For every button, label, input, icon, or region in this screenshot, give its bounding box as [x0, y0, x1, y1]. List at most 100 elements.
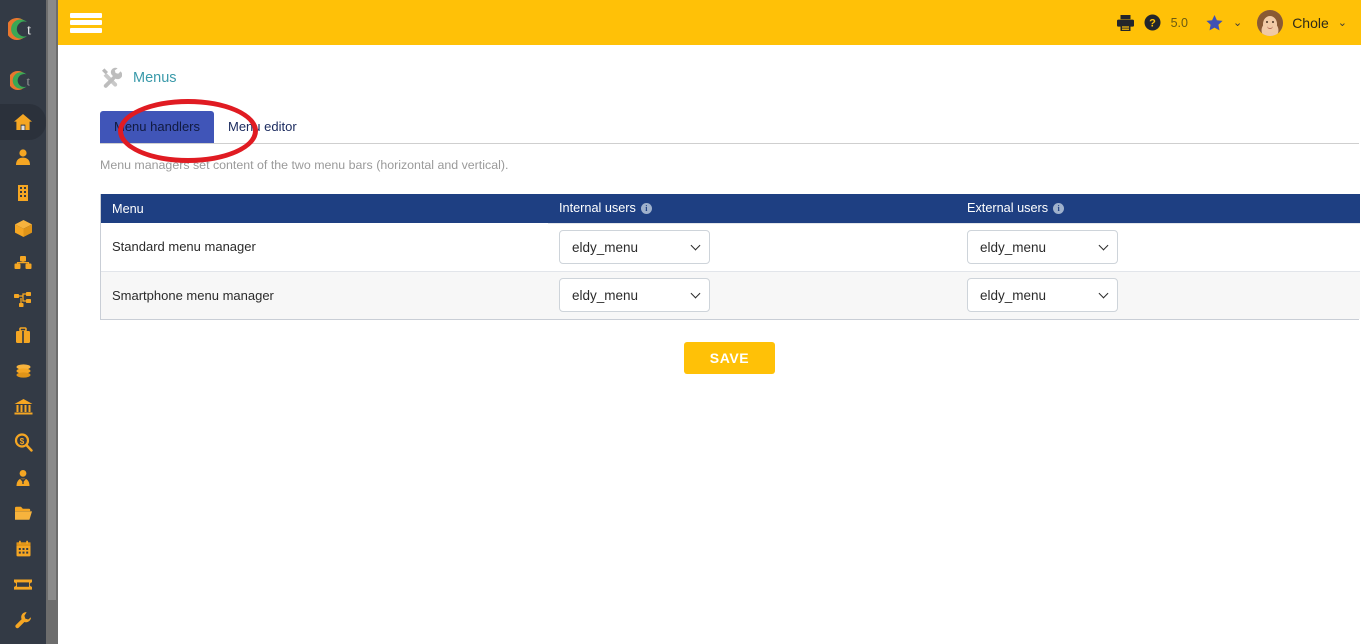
help-icon[interactable]: ?: [1144, 14, 1161, 31]
avatar[interactable]: [1257, 9, 1284, 36]
sidebar-item-third-parties[interactable]: [0, 175, 46, 211]
select-wrapper: eldy_menu: [967, 278, 1118, 313]
avatar-eye-left: [1266, 20, 1269, 23]
cell-internal-select: eldy_menu: [548, 222, 956, 271]
select-wrapper: eldy_menu: [559, 278, 710, 313]
top-bar: ? 5.0 ⌄ Chole ⌄: [58, 0, 1361, 45]
money-search-icon: $: [14, 433, 33, 452]
column-header-internal-users-label: Internal users: [559, 201, 636, 216]
sidebar-scrollbar-thumb[interactable]: [48, 0, 56, 600]
sidebar-rail: t t $: [0, 0, 46, 644]
sidebar-item-hrm[interactable]: [0, 460, 46, 496]
user-menu-label[interactable]: Chole: [1292, 15, 1329, 31]
avatar-eye-right: [1272, 20, 1275, 23]
bank-icon: [14, 399, 32, 415]
coins-icon: [16, 364, 30, 378]
svg-text:t: t: [27, 23, 32, 39]
select-smartphone-internal[interactable]: eldy_menu: [559, 278, 710, 313]
info-icon[interactable]: i: [640, 203, 652, 215]
column-header-external-users-label: External users: [967, 201, 1049, 216]
column-header-menu: Menu: [101, 194, 548, 223]
print-icon[interactable]: [1116, 14, 1135, 32]
top-bar-actions: ? 5.0 ⌄ Chole ⌄: [1116, 9, 1347, 36]
hamburger-bar: [70, 20, 102, 25]
cell-internal-select: eldy_menu: [548, 270, 956, 319]
info-icon[interactable]: i: [1053, 203, 1065, 215]
sidebar-item-products[interactable]: [0, 211, 46, 247]
sidebar-item-ticket[interactable]: [0, 567, 46, 603]
main-region: ? 5.0 ⌄ Chole ⌄ Menus Menu handlers Menu…: [58, 0, 1361, 644]
table-header-row: Menu Internal users i External users i: [101, 194, 1360, 223]
sidebar-item-tools[interactable]: [0, 602, 46, 638]
menu-handlers-table: Menu Internal users i External users i S…: [101, 194, 1360, 319]
employee-icon: [16, 469, 30, 486]
cell-external-select: eldy_menu: [956, 222, 1360, 271]
table-row: Smartphone menu manager eldy_menu eldy_m…: [101, 270, 1360, 319]
sidebar-item-projects[interactable]: [0, 282, 46, 318]
sidebar-item-billing[interactable]: [0, 353, 46, 389]
sidebar-item-list: $: [0, 102, 46, 638]
page-title: Menus: [133, 70, 177, 86]
version-label: 5.0: [1170, 15, 1188, 30]
stock-boxes-icon: [14, 256, 32, 270]
select-standard-internal[interactable]: eldy_menu: [559, 230, 710, 264]
wrench-icon: [15, 612, 32, 629]
select-smartphone-external[interactable]: eldy_menu: [967, 278, 1118, 313]
ticket-icon: [14, 579, 32, 590]
box-icon: [14, 220, 32, 238]
tab-menu-handlers[interactable]: Menu handlers: [100, 111, 214, 143]
page-hint: Menu managers set content of the two men…: [100, 158, 509, 172]
calendar-icon: [16, 540, 30, 557]
save-button[interactable]: SAVE: [683, 342, 776, 374]
svg-text:?: ?: [1149, 17, 1156, 29]
sidebar-logo-top[interactable]: t: [0, 0, 46, 58]
tab-bar: Menu handlers Menu editor: [100, 111, 1359, 144]
table-row: Standard menu manager eldy_menu eldy_men…: [101, 222, 1360, 271]
svg-text:t: t: [26, 73, 30, 88]
user-chevron-down-icon[interactable]: ⌄: [1338, 16, 1347, 29]
select-standard-external[interactable]: eldy_menu: [967, 230, 1118, 264]
menu-toggle-button[interactable]: [70, 10, 102, 36]
sidebar-item-agenda[interactable]: [0, 531, 46, 567]
avatar-face: [1263, 15, 1278, 32]
sidebar-item-bank[interactable]: [0, 389, 46, 425]
cell-external-select: eldy_menu: [956, 270, 1360, 319]
user-icon: [16, 149, 30, 166]
page-content: Menus Menu handlers Menu editor Menu man…: [58, 45, 1361, 374]
cell-menu-name: Smartphone menu manager: [101, 270, 548, 319]
eldy-logo-icon: t: [8, 18, 32, 40]
folder-open-icon: [14, 507, 32, 521]
svg-text:$: $: [19, 437, 24, 446]
column-header-menu-label: Menu: [112, 201, 144, 216]
hamburger-bar: [70, 27, 102, 33]
home-icon: [14, 113, 32, 130]
tools-icon: [102, 67, 122, 88]
column-header-external-users: External users i: [956, 194, 1360, 223]
briefcase-icon: [16, 327, 30, 343]
eldy-logo-small-icon: t: [10, 70, 30, 90]
sidebar-item-users[interactable]: [0, 140, 46, 176]
menu-handlers-table-wrapper: Menu Internal users i External users i S…: [100, 194, 1360, 320]
project-tree-icon: [14, 291, 31, 307]
bookmark-chevron-down-icon[interactable]: ⌄: [1233, 16, 1242, 29]
building-icon: [18, 184, 28, 201]
sidebar-item-documents[interactable]: [0, 496, 46, 532]
cell-menu-name: Standard menu manager: [101, 223, 548, 271]
select-wrapper: eldy_menu: [559, 230, 710, 264]
table-head: Menu Internal users i External users i: [101, 194, 1360, 223]
tab-menu-editor[interactable]: Menu editor: [214, 111, 311, 143]
sidebar-item-stock[interactable]: [0, 246, 46, 282]
sidebar-item-home[interactable]: [0, 104, 46, 140]
page-header: Menus: [84, 45, 1335, 89]
star-icon[interactable]: [1205, 14, 1224, 32]
hamburger-bar: [70, 12, 102, 18]
sidebar-scrollbar[interactable]: [46, 0, 58, 644]
sidebar-logo-secondary[interactable]: t: [0, 58, 46, 102]
sidebar-item-commercial[interactable]: [0, 318, 46, 354]
sidebar-item-accounting[interactable]: $: [0, 424, 46, 460]
select-wrapper: eldy_menu: [967, 230, 1118, 264]
table-body: Standard menu manager eldy_menu eldy_men…: [101, 222, 1360, 319]
column-header-internal-users: Internal users i: [548, 194, 956, 223]
app-root: t t $ ? 5.0 ⌄ Chole ⌄ Menus Menu handler…: [0, 0, 1361, 644]
form-actions: SAVE: [100, 342, 1359, 374]
